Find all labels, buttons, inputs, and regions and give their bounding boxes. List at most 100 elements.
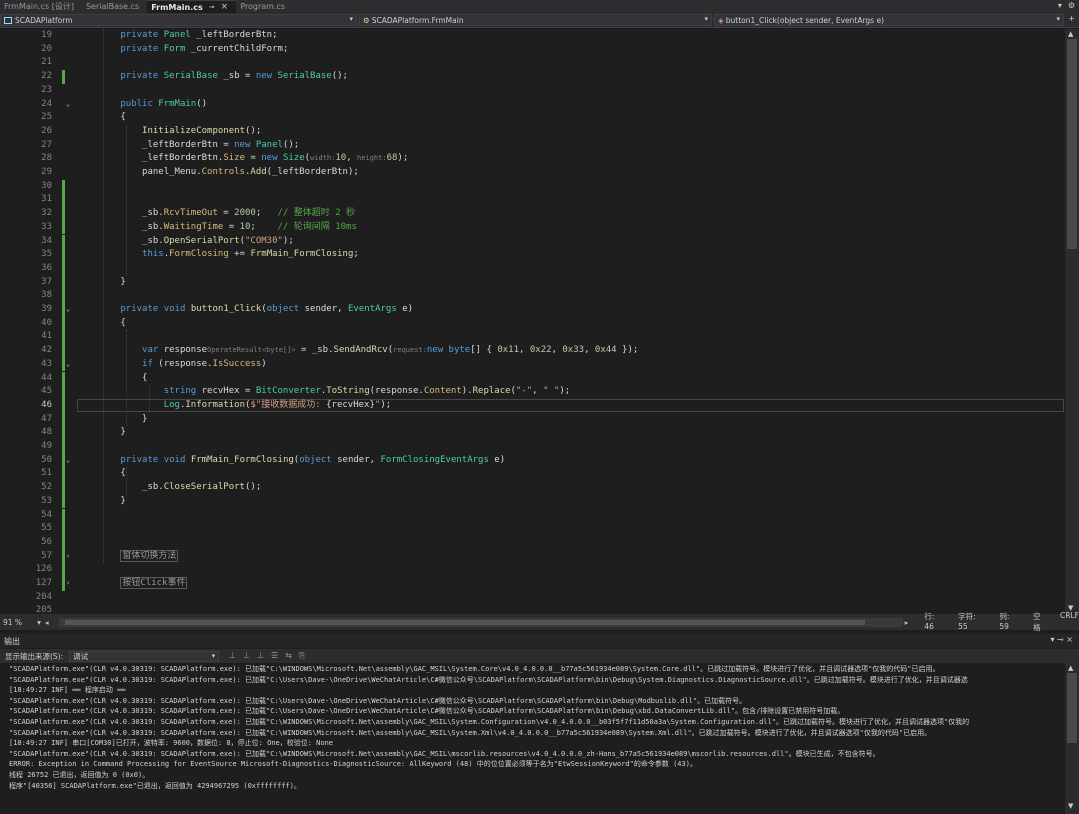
code-line[interactable]: 39 ⌄ private void button1_Click(object se…: [0, 303, 1065, 317]
tab-frmmain-designer[interactable]: FrmMain.cs [设计]: [0, 0, 82, 13]
code-line[interactable]: 25 {: [0, 111, 1065, 125]
scrollbar-thumb[interactable]: [1067, 673, 1077, 743]
close-icon[interactable]: ×: [1066, 635, 1073, 644]
code-line[interactable]: 53 }: [0, 494, 1065, 509]
code-line[interactable]: 30: [0, 179, 1065, 194]
code-token: e): [488, 454, 506, 465]
add-split-icon[interactable]: +: [1068, 14, 1075, 23]
code-line[interactable]: 204: [0, 591, 1065, 605]
editor-vertical-scrollbar[interactable]: ▲ ▼: [1065, 29, 1079, 614]
tab-list-dropdown-icon[interactable]: ▾: [1058, 1, 1062, 10]
code-editor[interactable]: 19 private Panel _leftBorderBtn; 20 priva…: [0, 29, 1065, 614]
toggle-scroll-icon[interactable]: ⎘: [299, 651, 305, 661]
code-line[interactable]: 33 _sb.WaitingTime = 10; // 轮询间隔 10ms: [0, 220, 1065, 235]
code-line[interactable]: 23: [0, 84, 1065, 98]
word-wrap-icon[interactable]: ⇆: [285, 651, 292, 661]
code-line[interactable]: 31: [0, 193, 1065, 208]
code-line[interactable]: 36: [0, 261, 1065, 276]
collapse-region-icon[interactable]: ⌄: [66, 98, 70, 112]
chevron-down-icon: ▾: [349, 15, 353, 23]
editor-horizontal-scrollbar[interactable]: [58, 617, 903, 627]
expand-region-icon[interactable]: ›: [66, 577, 70, 591]
project-icon: [4, 16, 12, 24]
code-line[interactable]: 126: [0, 563, 1065, 577]
scroll-right-icon[interactable]: ▸: [905, 618, 909, 627]
collapse-region-icon[interactable]: ⌄: [66, 358, 70, 372]
change-marker: [62, 275, 65, 290]
find-message-prev-icon[interactable]: ⊥: [229, 651, 236, 661]
code-line[interactable]: 45 string recvHex = BitConverter.ToStrin…: [0, 385, 1065, 399]
code-line[interactable]: 52 _sb.CloseSerialPort();: [0, 481, 1065, 495]
go-to-error-icon[interactable]: ⊥: [257, 651, 264, 661]
close-icon[interactable]: ×: [221, 2, 229, 12]
code-line[interactable]: 29 panel_Menu.Controls.Add(_leftBorderBt…: [0, 166, 1065, 180]
code-line[interactable]: 22 private SerialBase _sb = new SerialBa…: [0, 70, 1065, 84]
code-line[interactable]: 44 {: [0, 371, 1065, 386]
tab-program[interactable]: Program.cs: [236, 0, 293, 13]
output-source-selector[interactable]: 调试 ▾: [69, 650, 220, 662]
code-line[interactable]: 49: [0, 440, 1065, 454]
code-line[interactable]: 47 }: [0, 412, 1065, 427]
pin-icon[interactable]: ⊸: [209, 3, 215, 11]
code-line[interactable]: 42 var responseOperateResult<byte[]> = _…: [0, 344, 1065, 358]
code-line[interactable]: 46 Log.Information($"接收数据成功: {recvHex}")…: [0, 398, 1065, 413]
code-line[interactable]: 27 _leftBorderBtn = new Panel();: [0, 139, 1065, 153]
code-line[interactable]: 48 }: [0, 426, 1065, 440]
code-line[interactable]: 38: [0, 289, 1065, 303]
code-line[interactable]: 28 _leftBorderBtn.Size = new Size(width:…: [0, 152, 1065, 166]
class-selector[interactable]: ⚙ SCADAPlatform.FrmMain ▾: [359, 14, 712, 26]
scroll-up-icon[interactable]: ▲: [1068, 664, 1073, 672]
code-line[interactable]: 34 _sb.OpenSerialPort("COM30");: [0, 234, 1065, 249]
code-line[interactable]: 24 ⌄ public FrmMain(): [0, 98, 1065, 112]
scroll-left-icon[interactable]: ◂: [45, 618, 49, 627]
code-token: }: [77, 413, 148, 424]
find-message-next-icon[interactable]: ⊥: [243, 651, 250, 661]
expand-region-icon[interactable]: ›: [66, 550, 70, 564]
collapse-region-icon[interactable]: ⌄: [66, 303, 70, 317]
code-line[interactable]: 40 {: [0, 316, 1065, 331]
project-selector[interactable]: SCADAPlatform ▾: [0, 14, 357, 26]
code-line[interactable]: 41: [0, 330, 1065, 345]
indent-indicator[interactable]: 空格: [1033, 611, 1048, 633]
scroll-down-icon[interactable]: ▼: [1068, 802, 1073, 810]
line-number: 33: [41, 221, 52, 232]
pin-icon[interactable]: ⊸: [1057, 635, 1064, 644]
clear-all-icon[interactable]: ☰: [271, 651, 278, 661]
scroll-up-icon[interactable]: ▲: [1068, 30, 1073, 38]
collapsed-region[interactable]: 窗体切换方法: [120, 549, 179, 562]
collapsed-region[interactable]: 按钮Click事件: [120, 577, 188, 589]
code-line[interactable]: 50 ⌄ private void FrmMain_FormClosing(obj…: [0, 453, 1065, 468]
code-line[interactable]: 26 InitializeComponent();: [0, 125, 1065, 139]
code-line[interactable]: 35 this.FormClosing += FrmMain_FormClosi…: [0, 248, 1065, 262]
line-ending-indicator[interactable]: CRLF: [1060, 611, 1079, 633]
code-token: new: [426, 345, 444, 356]
member-selector[interactable]: ◈ button1_Click(object sender, EventArgs…: [714, 14, 1064, 26]
code-line[interactable]: 205: [0, 604, 1065, 614]
code-line[interactable]: 43 ⌄ if (response.IsSuccess): [0, 357, 1065, 372]
code-text: Log.Information($"接收数据成功: {recvHex}");: [77, 399, 391, 413]
code-line[interactable]: 20 private Form _currentChildForm;: [0, 43, 1065, 57]
tab-serialbase[interactable]: SerialBase.cs: [82, 0, 147, 13]
scrollbar-thumb[interactable]: [1067, 39, 1077, 249]
tab-frmmain-code[interactable]: FrmMain.cs ⊸ ×: [147, 0, 237, 13]
code-line[interactable]: 127 › 按钮Click事件: [0, 577, 1065, 591]
code-line[interactable]: 19 private Panel _leftBorderBtn;: [0, 29, 1065, 43]
code-line[interactable]: 54: [0, 508, 1065, 523]
code-line[interactable]: 37 }: [0, 275, 1065, 290]
code-token: var: [142, 345, 159, 356]
code-line[interactable]: 56: [0, 535, 1065, 550]
code-line[interactable]: 32 _sb.RcvTimeOut = 2000; // 整体超时 2 秒: [0, 207, 1065, 221]
zoom-selector[interactable]: 91 % ▾: [3, 618, 41, 627]
scrollbar-thumb[interactable]: [64, 619, 865, 625]
panel-dropdown-icon[interactable]: ▾: [1050, 635, 1054, 644]
chevron-down-icon: ▾: [211, 651, 216, 660]
code-line[interactable]: 51 {: [0, 467, 1065, 482]
change-marker: [62, 494, 65, 509]
output-log[interactable]: "SCADAPlatform.exe"(CLR v4.0.30319: SCAD…: [0, 663, 1065, 814]
output-vertical-scrollbar[interactable]: ▲ ▼: [1065, 663, 1079, 814]
collapse-region-icon[interactable]: ⌄: [66, 454, 70, 468]
code-line[interactable]: 21: [0, 56, 1065, 70]
code-line[interactable]: 57 › 窗体切换方法: [0, 549, 1065, 564]
settings-icon[interactable]: ⚙: [1068, 1, 1075, 10]
code-line[interactable]: 55: [0, 522, 1065, 536]
